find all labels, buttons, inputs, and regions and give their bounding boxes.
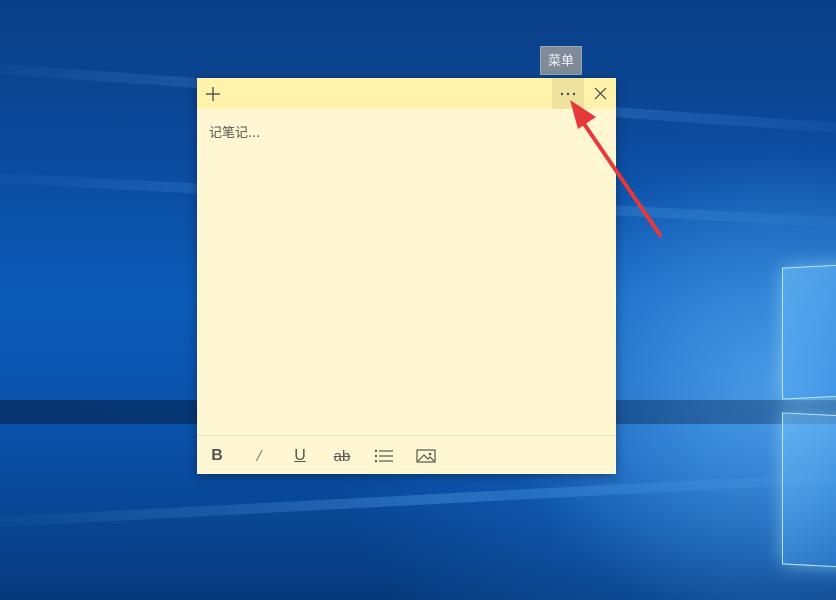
bullet-list-button[interactable] <box>370 444 398 468</box>
note-placeholder: 记笔记... <box>209 126 261 141</box>
bullet-list-icon <box>375 450 393 462</box>
italic-button[interactable]: / <box>245 444 273 468</box>
insert-image-button[interactable] <box>412 444 440 468</box>
formatting-toolbar: B / U ab <box>197 435 616 474</box>
underline-button[interactable]: U <box>286 444 314 468</box>
note-text-area[interactable]: 记笔记... <box>209 122 604 432</box>
sticky-note-window: 记笔记... B / U ab <box>197 78 616 474</box>
desktop-wallpaper: 菜单 记笔记... B / U ab <box>0 0 836 600</box>
bold-button[interactable]: B <box>203 444 231 468</box>
image-icon <box>416 449 436 463</box>
windows-logo-pane <box>782 412 836 570</box>
strikethrough-button[interactable]: ab <box>328 444 356 468</box>
windows-logo <box>760 250 836 580</box>
plus-icon <box>206 86 220 101</box>
menu-tooltip: 菜单 <box>540 46 582 75</box>
note-header <box>197 78 616 109</box>
windows-logo-pane <box>782 262 836 400</box>
wallpaper-light-beam <box>0 467 836 530</box>
add-note-button[interactable] <box>197 78 229 109</box>
red-pointer-arrow <box>570 100 662 237</box>
